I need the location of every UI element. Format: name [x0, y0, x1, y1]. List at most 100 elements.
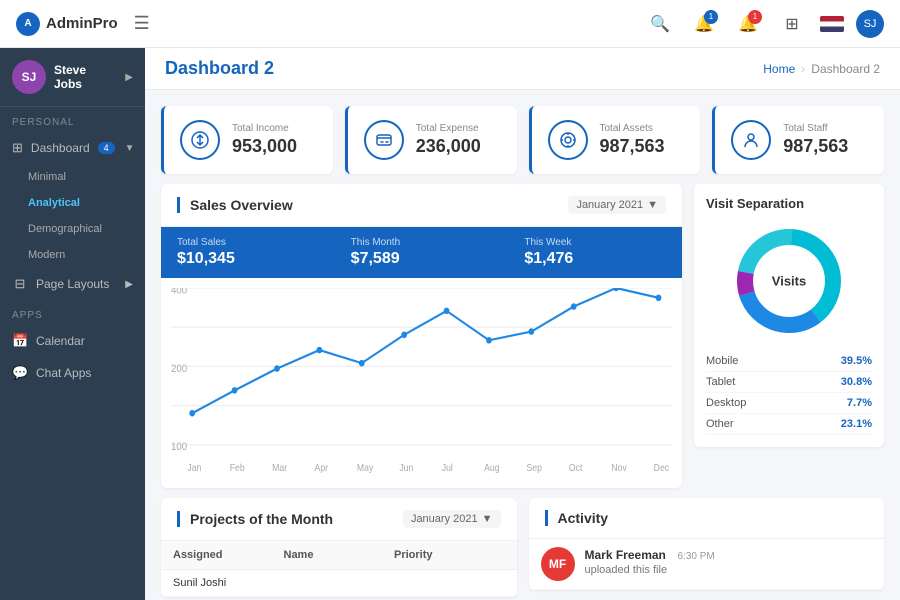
activity-avatar-1: MF [541, 547, 575, 581]
logo-icon: A [16, 12, 40, 36]
activity-col: Activity MF Mark Freeman 6:30 PM uploade… [529, 498, 885, 597]
sidebar-page-layouts-label: Page Layouts [36, 277, 109, 291]
projects-chevron-icon: ▼ [482, 513, 493, 525]
other-value: 23.1% [841, 418, 872, 430]
svg-text:Jan: Jan [187, 462, 201, 473]
expense-label: Total Expense [416, 123, 481, 134]
page-header: Dashboard 2 Home › Dashboard 2 [145, 48, 900, 90]
visit-stat-desktop: Desktop 7.7% [706, 393, 872, 414]
dashboard-chevron-icon: ▼ [125, 143, 135, 154]
search-icon[interactable]: 🔍 [644, 8, 676, 40]
projects-title: Projects of the Month [177, 511, 333, 527]
section-apps: APPS [0, 300, 145, 325]
sales-date-filter[interactable]: January 2021 ▼ [568, 196, 666, 214]
topnav-left: A AdminPro ☰ [16, 12, 150, 36]
svg-text:Dec: Dec [654, 462, 670, 473]
col-priority: Priority [394, 549, 505, 561]
visit-stat-tablet: Tablet 30.8% [706, 372, 872, 393]
sidebar-chat-label: Chat Apps [36, 366, 91, 380]
sales-chart-area: 400 200 100 [161, 278, 682, 488]
language-flag[interactable] [820, 16, 844, 32]
assets-value: 987,563 [600, 136, 665, 157]
svg-text:Feb: Feb [230, 462, 245, 473]
sidebar-item-minimal[interactable]: Minimal [0, 164, 145, 190]
chat-icon: 💬 [12, 365, 28, 381]
svg-text:Mar: Mar [272, 462, 287, 473]
svg-text:Jul: Jul [442, 462, 453, 473]
calendar-icon: 📅 [12, 333, 28, 349]
income-value: 953,000 [232, 136, 297, 157]
mobile-value: 39.5% [841, 355, 872, 367]
sidebar-item-dashboard[interactable]: ⊞ Dashboard 4 ▼ [0, 132, 145, 164]
activity-name-row: Mark Freeman 6:30 PM [585, 547, 873, 562]
sales-overview-card: Sales Overview January 2021 ▼ Total Sale… [161, 184, 682, 488]
breadcrumb-home[interactable]: Home [763, 62, 795, 76]
grid-icon[interactable]: ⊞ [776, 8, 808, 40]
sidebar: SJ Steve Jobs ▶ PERSONAL ⊞ Dashboard 4 ▼… [0, 48, 145, 600]
donut-chart: Visits [729, 221, 849, 341]
svg-text:200: 200 [171, 363, 187, 375]
sidebar-item-analytical[interactable]: Analytical [0, 190, 145, 216]
activity-item-1: MF Mark Freeman 6:30 PM uploaded this fi… [529, 539, 885, 590]
svg-text:400: 400 [171, 288, 187, 297]
projects-date-filter[interactable]: January 2021 ▼ [403, 510, 501, 528]
user-avatar-top[interactable]: SJ [856, 10, 884, 38]
assets-icon [548, 120, 588, 160]
this-month-label: This Month [351, 237, 493, 248]
svg-text:100: 100 [171, 442, 187, 454]
page-layouts-icon: ⊟ [12, 276, 28, 292]
activity-title: Activity [545, 510, 609, 526]
expense-icon [364, 120, 404, 160]
metric-this-week: This Week $1,476 [508, 227, 682, 278]
app-name: AdminPro [46, 15, 118, 32]
sidebar-item-chat-apps[interactable]: 💬 Chat Apps [0, 357, 145, 389]
sales-date-label: January 2021 [576, 199, 643, 211]
activity-time-1: 6:30 PM [678, 551, 715, 562]
date-filter-chevron-icon: ▼ [647, 199, 658, 211]
svg-text:Jun: Jun [399, 462, 413, 473]
assets-info: Total Assets 987,563 [600, 123, 665, 157]
activity-name-1: Mark Freeman [585, 548, 666, 562]
hamburger-button[interactable]: ☰ [134, 13, 150, 34]
alert-icon[interactable]: 🔔 1 [732, 8, 764, 40]
metric-total-sales: Total Sales $10,345 [161, 227, 335, 278]
visit-stats: Mobile 39.5% Tablet 30.8% Desktop 7.7% [706, 351, 872, 435]
main-layout: SJ Steve Jobs ▶ PERSONAL ⊞ Dashboard 4 ▼… [0, 48, 900, 600]
income-info: Total Income 953,000 [232, 123, 297, 157]
stat-card-staff: Total Staff 987,563 [712, 106, 884, 174]
visit-stat-other: Other 23.1% [706, 414, 872, 435]
topnav-right: 🔍 🔔 1 🔔 1 ⊞ SJ [644, 8, 884, 40]
tablet-value: 30.8% [841, 376, 872, 388]
sidebar-item-calendar[interactable]: 📅 Calendar [0, 325, 145, 357]
tablet-label: Tablet [706, 376, 735, 388]
page-layouts-chevron-icon: ▶ [125, 279, 133, 290]
notification-bell-icon[interactable]: 🔔 1 [688, 8, 720, 40]
sidebar-item-page-layouts[interactable]: ⊟ Page Layouts ▶ [0, 268, 145, 300]
notification-badge: 1 [704, 10, 718, 24]
donut-center-label: Visits [772, 274, 806, 289]
staff-info: Total Staff 987,563 [783, 123, 848, 157]
dashboard-badge: 4 [98, 142, 115, 154]
total-sales-value: $10,345 [177, 250, 319, 268]
svg-text:Nov: Nov [611, 462, 627, 473]
user-avatar-sidebar: SJ [12, 60, 46, 94]
svg-text:Apr: Apr [315, 462, 329, 473]
staff-label: Total Staff [783, 123, 848, 134]
desktop-value: 7.7% [847, 397, 872, 409]
page-title: Dashboard 2 [165, 58, 274, 79]
this-month-value: $7,589 [351, 250, 493, 268]
alert-badge: 1 [748, 10, 762, 24]
stats-row: Total Income 953,000 Total Expense 236,0… [145, 90, 900, 184]
user-chevron-icon: ▶ [125, 72, 133, 83]
sales-overview-header: Sales Overview January 2021 ▼ [161, 184, 682, 227]
staff-icon [731, 120, 771, 160]
projects-col: Projects of the Month January 2021 ▼ Ass… [161, 498, 517, 597]
content-area: Dashboard 2 Home › Dashboard 2 Total Inc… [145, 48, 900, 600]
bottom-row: Projects of the Month January 2021 ▼ Ass… [145, 498, 900, 600]
breadcrumb-current: Dashboard 2 [811, 62, 880, 76]
sidebar-user[interactable]: SJ Steve Jobs ▶ [0, 48, 145, 107]
income-icon [180, 120, 220, 160]
sidebar-item-modern[interactable]: Modern [0, 242, 145, 268]
sidebar-item-demographical[interactable]: Demographical [0, 216, 145, 242]
expense-value: 236,000 [416, 136, 481, 157]
